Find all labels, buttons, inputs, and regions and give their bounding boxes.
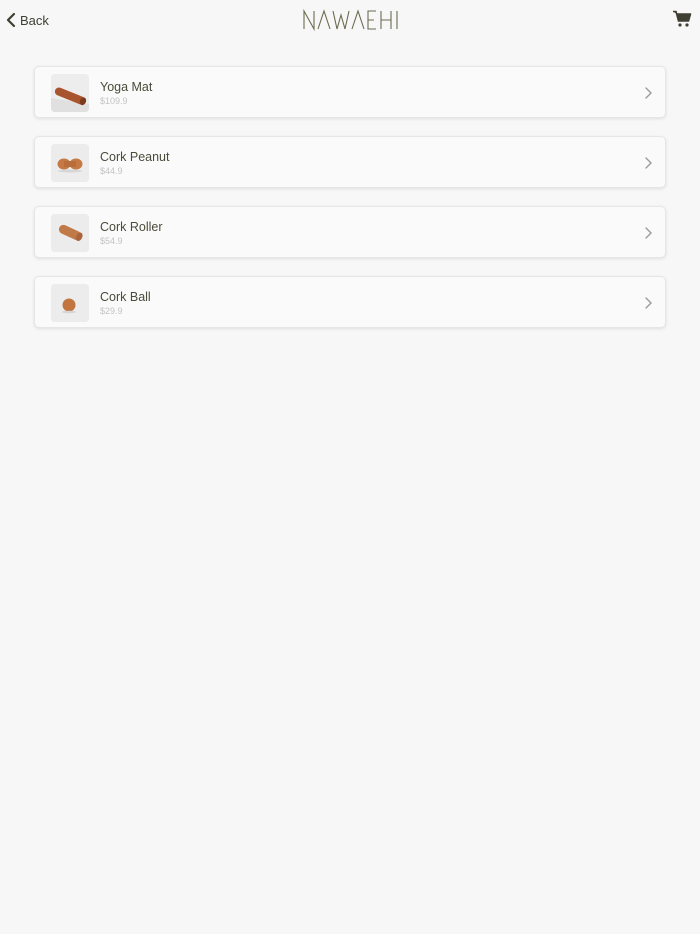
product-price: $109.9: [100, 96, 128, 106]
chevron-right-icon: [645, 227, 652, 239]
chevron-left-icon: [6, 12, 16, 28]
cart-icon[interactable]: [672, 10, 692, 28]
product-name: Cork Peanut: [100, 150, 170, 164]
product-price: $44.9: [100, 166, 123, 176]
product-thumbnail: [51, 284, 89, 322]
chevron-right-icon: [645, 157, 652, 169]
brand-logo: [303, 8, 398, 32]
product-name: Cork Roller: [100, 220, 163, 234]
yoga-mat-image: [51, 74, 89, 112]
product-name: Cork Ball: [100, 290, 151, 304]
product-price: $54.9: [100, 236, 123, 246]
product-row-cork-peanut[interactable]: Cork Peanut $44.9: [34, 136, 666, 188]
product-thumbnail: [51, 214, 89, 252]
product-row-cork-ball[interactable]: Cork Ball $29.9: [34, 276, 666, 328]
chevron-right-icon: [645, 87, 652, 99]
product-row-yoga-mat[interactable]: Yoga Mat $109.9: [34, 66, 666, 118]
cork-ball-image: [51, 284, 89, 322]
product-row-cork-roller[interactable]: Cork Roller $54.9: [34, 206, 666, 258]
back-label: Back: [20, 12, 49, 28]
top-bar: Back: [0, 0, 700, 40]
product-thumbnail: [51, 144, 89, 182]
product-list: Yoga Mat $109.9 Cork Peanut $44.9 Cork R…: [34, 66, 666, 346]
back-button[interactable]: Back: [6, 10, 49, 30]
cork-peanut-image: [51, 144, 89, 182]
cork-roller-image: [51, 214, 89, 252]
product-name: Yoga Mat: [100, 80, 153, 94]
product-thumbnail: [51, 74, 89, 112]
product-price: $29.9: [100, 306, 123, 316]
chevron-right-icon: [645, 297, 652, 309]
